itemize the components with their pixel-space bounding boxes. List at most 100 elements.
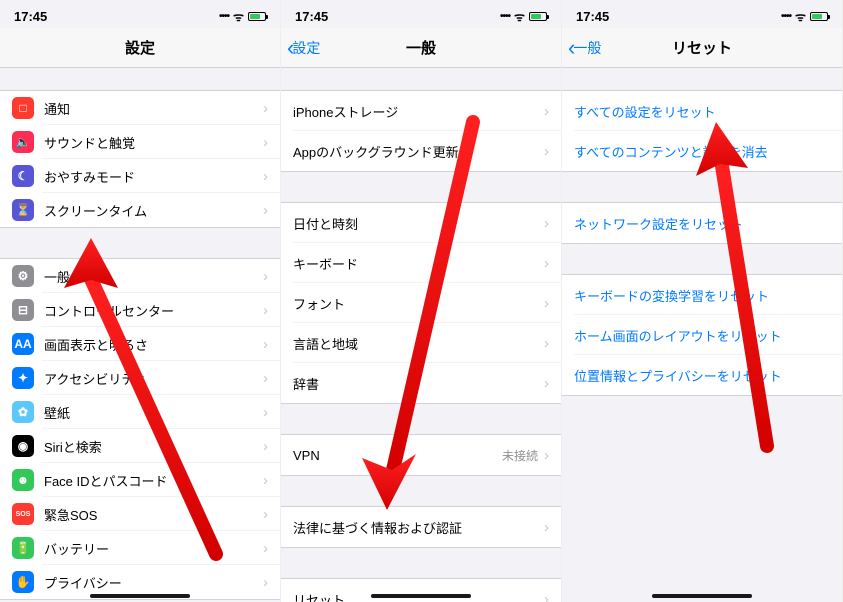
settings-row[interactable]: ◉Siriと検索› — [0, 429, 280, 463]
row-label: 壁紙 — [44, 403, 257, 422]
chevron-right-icon: › — [544, 143, 549, 160]
settings-row[interactable]: 言語と地域› — [281, 323, 561, 363]
settings-row[interactable]: SOS緊急SOS› — [0, 497, 280, 531]
chevron-right-icon: › — [263, 336, 268, 353]
settings-row[interactable]: ネットワーク設定をリセット — [562, 203, 842, 243]
status-icons: •••• ᯤ — [219, 8, 266, 25]
chevron-right-icon: › — [263, 472, 268, 489]
settings-row[interactable]: フォント › — [281, 283, 561, 323]
settings-row[interactable]: ⊟コントロールセンター› — [0, 293, 280, 327]
back-button[interactable]: ‹設定 — [287, 37, 320, 59]
settings-row[interactable]: ホーム画面のレイアウトをリセット — [562, 315, 842, 355]
settings-row[interactable]: 辞書› — [281, 363, 561, 403]
settings-row[interactable]: VPN未接続 › — [281, 435, 561, 475]
chevron-right-icon: › — [263, 134, 268, 151]
status-bar: 17:45 •••• ᯤ — [562, 0, 842, 28]
page-title: 一般 — [406, 37, 436, 58]
row-icon: ✦ — [12, 367, 34, 389]
group-reset-all: すべての設定をリセットすべてのコンテンツと設定を消去 — [562, 90, 842, 172]
row-icon: ✋ — [12, 571, 34, 593]
settings-row[interactable]: 法律に基づく情報および認証› — [281, 507, 561, 547]
row-label: ホーム画面のレイアウトをリセット — [574, 326, 830, 345]
page-title: リセット — [672, 37, 732, 58]
settings-row[interactable]: ⏳スクリーンタイム› — [0, 193, 280, 227]
row-label: フォント — [293, 294, 538, 313]
wifi-icon: ᯤ — [514, 8, 525, 25]
row-label: 緊急SOS — [44, 505, 257, 524]
chevron-right-icon: › — [544, 447, 549, 464]
group-storage: iPhoneストレージ›Appのバックグラウンド更新› — [281, 90, 561, 172]
row-icon: SOS — [12, 503, 34, 525]
battery-icon — [810, 12, 828, 21]
back-button[interactable]: ‹一般 — [568, 37, 601, 59]
row-label: コントロールセンター — [44, 301, 257, 320]
settings-group-general: ⚙一般›⊟コントロールセンター›AA画面表示と明るさ›✦アクセシビリティ›✿壁紙… — [0, 258, 280, 600]
content: □通知›🔈サウンドと触覚›☾おやすみモード›⏳スクリーンタイム› ⚙一般›⊟コン… — [0, 68, 280, 602]
group-reset-misc: キーボードの変換学習をリセットホーム画面のレイアウトをリセット位置情報とプライバ… — [562, 274, 842, 396]
settings-row[interactable]: キーボードの変換学習をリセット — [562, 275, 842, 315]
cell-signal-icon: •••• — [219, 11, 229, 22]
settings-row[interactable]: ✿ 壁紙 › — [0, 395, 280, 429]
status-time: 17:45 — [14, 9, 47, 24]
row-icon: AA — [12, 333, 34, 355]
settings-screen: 17:45 •••• ᯤ 設定 □通知›🔈サウンドと触覚›☾おやすみモード›⏳ス… — [0, 0, 281, 602]
row-label: Siriと検索 — [44, 437, 257, 456]
nav-bar: ‹一般 リセット — [562, 28, 842, 68]
settings-row[interactable]: 位置情報とプライバシーをリセット — [562, 355, 842, 395]
row-label: 位置情報とプライバシーをリセット — [574, 366, 830, 385]
home-indicator[interactable] — [652, 594, 752, 598]
chevron-right-icon: › — [544, 255, 549, 272]
row-label: すべてのコンテンツと設定を消去 — [574, 142, 830, 161]
row-label: VPN — [293, 448, 502, 463]
settings-row[interactable]: AA 画面表示と明るさ › — [0, 327, 280, 361]
row-label: すべての設定をリセット — [574, 102, 830, 121]
row-label: Face IDとパスコード — [44, 471, 257, 490]
chevron-right-icon: › — [263, 370, 268, 387]
settings-row[interactable]: iPhoneストレージ› — [281, 91, 561, 131]
row-label: キーボードの変換学習をリセット — [574, 286, 830, 305]
settings-row[interactable]: 日付と時刻› — [281, 203, 561, 243]
row-icon: ☻ — [12, 469, 34, 491]
page-title: 設定 — [125, 37, 155, 58]
chevron-right-icon: › — [544, 591, 549, 602]
settings-row[interactable]: ⚙一般› — [0, 259, 280, 293]
settings-row[interactable]: □通知› — [0, 91, 280, 125]
row-label: アクセシビリティ — [44, 369, 257, 388]
status-icons: •••• ᯤ — [500, 8, 547, 25]
settings-row[interactable]: ☻ Face IDとパスコード › — [0, 463, 280, 497]
back-label: 設定 — [292, 38, 320, 58]
chevron-right-icon: › — [263, 404, 268, 421]
row-value: 未接続 — [502, 447, 538, 464]
row-label: 辞書 — [293, 374, 538, 393]
row-icon: 🔈 — [12, 131, 34, 153]
home-indicator[interactable] — [371, 594, 471, 598]
settings-row[interactable]: リセット› — [281, 579, 561, 602]
row-label: スクリーンタイム — [44, 201, 257, 220]
settings-row[interactable]: キーボード› — [281, 243, 561, 283]
row-label: 通知 — [44, 99, 257, 118]
chevron-right-icon: › — [263, 302, 268, 319]
chevron-right-icon: › — [544, 295, 549, 312]
content: すべての設定をリセットすべてのコンテンツと設定を消去 ネットワーク設定をリセット… — [562, 68, 842, 602]
group-vpn: VPN未接続 › — [281, 434, 561, 476]
group-reset-network: ネットワーク設定をリセット — [562, 202, 842, 244]
status-icons: •••• ᯤ — [781, 8, 828, 25]
wifi-icon: ᯤ — [795, 8, 806, 25]
settings-row[interactable]: すべてのコンテンツと設定を消去 — [562, 131, 842, 171]
settings-row[interactable]: 🔋バッテリー› — [0, 531, 280, 565]
settings-row[interactable]: ☾おやすみモード› — [0, 159, 280, 193]
home-indicator[interactable] — [90, 594, 190, 598]
row-label: 一般 — [44, 267, 257, 286]
row-icon: ✿ — [12, 401, 34, 423]
row-label: 画面表示と明るさ — [44, 335, 257, 354]
row-icon: ☾ — [12, 165, 34, 187]
group-legal: 法律に基づく情報および認証› — [281, 506, 561, 548]
settings-row[interactable]: すべての設定をリセット — [562, 91, 842, 131]
content: iPhoneストレージ›Appのバックグラウンド更新› 日付と時刻›キーボード›… — [281, 68, 561, 602]
back-label: 一般 — [573, 38, 601, 58]
chevron-right-icon: › — [263, 168, 268, 185]
settings-row[interactable]: ✦ アクセシビリティ › — [0, 361, 280, 395]
row-label: バッテリー — [44, 539, 257, 558]
settings-row[interactable]: 🔈サウンドと触覚› — [0, 125, 280, 159]
settings-row[interactable]: Appのバックグラウンド更新› — [281, 131, 561, 171]
